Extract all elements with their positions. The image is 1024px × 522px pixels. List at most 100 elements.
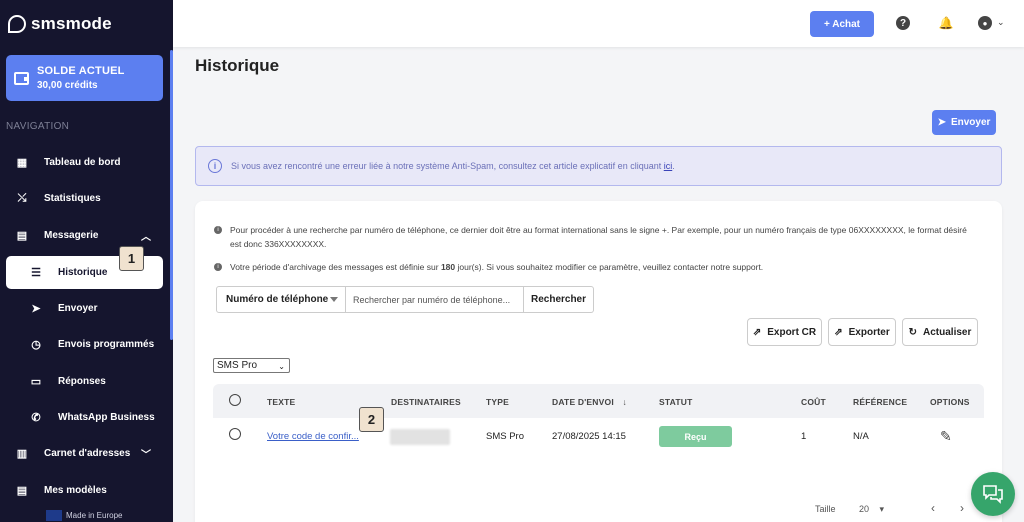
- sidebar-item-send[interactable]: ➤ Envoyer: [6, 293, 163, 323]
- col-reference: RÉFÉRENCE: [853, 397, 908, 407]
- chevron-up-icon: ︿: [141, 231, 151, 243]
- send-button-label: Envoyer: [950, 117, 991, 128]
- col-type: TYPE: [486, 397, 510, 407]
- list-icon: ☰: [31, 267, 41, 279]
- topbar: + Achat ? 🔔 ● ⌄: [173, 0, 1024, 47]
- caret-down-icon: ▾: [879, 504, 885, 514]
- col-destinataires: DESTINATAIRES: [391, 397, 461, 407]
- export-label: Exporter: [848, 326, 890, 338]
- info-icon: i: [214, 263, 222, 271]
- chevron-down-icon[interactable]: ⌄: [997, 17, 1005, 28]
- refresh-button[interactable]: ↻ Actualiser: [902, 318, 978, 346]
- col-options: OPTIONS: [930, 397, 970, 407]
- prev-page-icon[interactable]: ‹: [931, 501, 935, 515]
- addressbook-icon: ▥: [16, 447, 28, 460]
- user-avatar-icon[interactable]: ●: [978, 16, 992, 30]
- logo-bubble-icon: [8, 15, 26, 33]
- search-type-select[interactable]: Numéro de téléphone: [216, 286, 346, 313]
- col-date-label: DATE D'ENVOI: [552, 397, 614, 407]
- sidebar-item-label: WhatsApp Business: [58, 411, 155, 423]
- bell-icon[interactable]: 🔔: [939, 16, 954, 30]
- sidebar-item-label: Envoyer: [58, 302, 98, 314]
- chart-icon: ⤯: [17, 191, 27, 204]
- page-size-select[interactable]: 20 ▾: [859, 504, 884, 515]
- phone-hint-line-2: est donc 336XXXXXXXX.: [230, 239, 327, 249]
- clock-icon: ◷: [31, 338, 41, 351]
- sidebar-item-label: Tableau de bord: [44, 156, 121, 168]
- select-all-radio[interactable]: [229, 394, 241, 406]
- eu-flag-icon: [46, 510, 62, 521]
- sort-arrow-down-icon: ↓: [622, 397, 627, 407]
- search-type-label: Numéro de téléphone: [226, 294, 329, 305]
- sidebar-item-label: Envois programmés: [58, 338, 155, 350]
- next-page-icon[interactable]: ›: [960, 501, 964, 515]
- sidebar-item-label: Carnet d'adresses: [44, 447, 131, 459]
- search-button[interactable]: Rechercher: [524, 286, 594, 313]
- phone-icon: ✆: [31, 411, 41, 424]
- status-badge: Reçu: [659, 426, 732, 447]
- archive-hint-after: jour(s). Si vous souhaitez modifier ce p…: [455, 262, 764, 272]
- alert-link[interactable]: ici: [664, 161, 673, 171]
- export-cr-button[interactable]: ⇗ Export CR: [747, 318, 822, 346]
- annotation-badge-1: 1: [119, 246, 144, 271]
- recipient-redacted: [390, 429, 450, 445]
- brand-name: smsmode: [31, 14, 112, 33]
- row-type: SMS Pro: [486, 431, 525, 442]
- chat-bubbles-icon: [983, 485, 1003, 504]
- made-in-europe-label: Made in Europe: [66, 511, 123, 520]
- alert-message: Si vous avez rencontré une erreur liée à…: [231, 161, 662, 171]
- info-icon: i: [208, 159, 222, 173]
- chat-support-button[interactable]: [971, 472, 1015, 516]
- brand-logo[interactable]: smsmode: [8, 14, 112, 34]
- sidebar-item-whatsapp[interactable]: ✆ WhatsApp Business: [6, 402, 163, 432]
- col-texte: TEXTE: [267, 397, 296, 407]
- search-row: Numéro de téléphone Rechercher: [216, 286, 594, 313]
- export-button[interactable]: ⇗ Exporter: [828, 318, 896, 346]
- send-button[interactable]: ➤ Envoyer: [932, 110, 996, 135]
- row-select-radio[interactable]: [229, 428, 241, 440]
- inbox-icon: ▭: [30, 375, 42, 388]
- sidebar-item-statistics[interactable]: ⤯ Statistiques: [6, 183, 163, 213]
- row-reference: N/A: [853, 431, 869, 442]
- made-in-europe: Made in Europe: [46, 510, 122, 521]
- sidebar-item-label: Messagerie: [44, 229, 99, 241]
- alert-end: .: [672, 161, 675, 171]
- chevron-down-icon: ⌄: [278, 362, 285, 371]
- sidebar-item-label: Statistiques: [44, 192, 101, 204]
- table-header: TEXTE DESTINATAIRES TYPE DATE D'ENVOI ↓ …: [213, 384, 984, 418]
- refresh-label: Actualiser: [923, 326, 972, 338]
- refresh-icon: ↻: [908, 326, 918, 338]
- external-link-icon: ⇗: [834, 326, 843, 338]
- phone-format-hint: i Pour procéder à une recherche par numé…: [214, 223, 984, 251]
- annotation-badge-2: 2: [359, 407, 384, 432]
- caret-down-icon: [330, 297, 338, 302]
- phone-hint-line-1: Pour procéder à une recherche par numéro…: [230, 225, 967, 235]
- export-cr-label: Export CR: [767, 326, 817, 338]
- sidebar-item-templates[interactable]: ▤ Mes modèles: [6, 475, 163, 505]
- sms-type-filter[interactable]: SMS Pro ⌄: [213, 358, 290, 373]
- sidebar-scrollbar[interactable]: [170, 50, 173, 340]
- templates-icon: ▤: [16, 484, 28, 497]
- sidebar-item-replies[interactable]: ▭ Réponses: [6, 366, 163, 396]
- help-icon[interactable]: ?: [896, 16, 910, 30]
- page-size-value: 20: [859, 504, 870, 514]
- sidebar-item-addressbook[interactable]: ▥ Carnet d'adresses ﹀: [6, 438, 163, 468]
- achat-button[interactable]: + Achat: [810, 11, 874, 37]
- chevron-down-icon: ﹀: [141, 449, 151, 461]
- phone-search-input[interactable]: [346, 286, 524, 313]
- edit-pencil-icon[interactable]: ✎: [940, 428, 952, 445]
- info-icon: i: [214, 226, 222, 234]
- col-date[interactable]: DATE D'ENVOI ↓: [552, 397, 627, 407]
- antispam-alert: i Si vous avez rencontré une erreur liée…: [195, 146, 1002, 186]
- send-icon: ➤: [31, 302, 41, 315]
- send-icon: ➤: [937, 117, 946, 128]
- sidebar-item-dashboard[interactable]: ▦ Tableau de bord: [6, 147, 163, 177]
- balance-card[interactable]: SOLDE ACTUEL 30,00 crédits: [6, 55, 163, 101]
- balance-amount: 30,00 crédits: [37, 80, 98, 91]
- archive-days: 180: [440, 262, 456, 272]
- messages-icon: ▤: [16, 229, 28, 242]
- message-text-link[interactable]: Votre code de confir...: [267, 431, 359, 442]
- alert-text: Si vous avez rencontré une erreur liée à…: [231, 161, 675, 171]
- sidebar-item-scheduled[interactable]: ◷ Envois programmés: [6, 329, 163, 359]
- sidebar-item-label: Historique: [58, 267, 108, 278]
